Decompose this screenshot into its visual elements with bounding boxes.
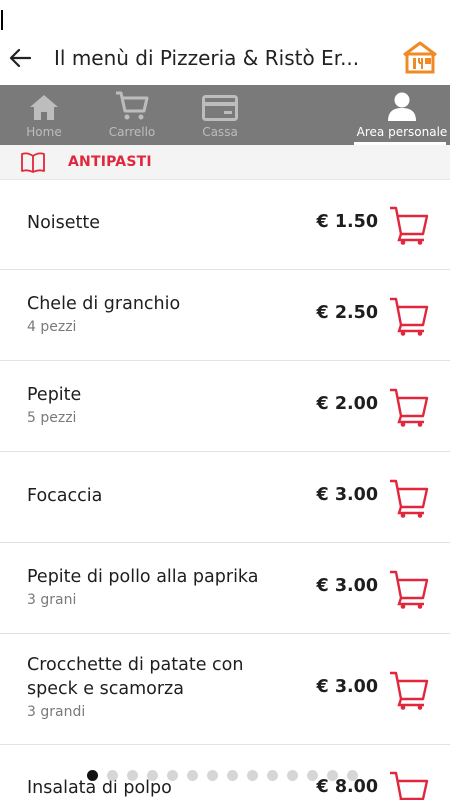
tab-carrello[interactable]: Carrello — [88, 85, 176, 145]
page-dot[interactable] — [266, 769, 278, 781]
menu-item-row[interactable]: Focaccia € 3.00 — [0, 452, 450, 543]
item-price: € 1.50 — [316, 212, 378, 232]
restaurant-icon — [403, 41, 437, 74]
item-name: Noisette — [27, 213, 101, 233]
app-header: Il menù di Pizzeria & Ristò Er... — [0, 30, 450, 85]
page-dot[interactable] — [106, 769, 118, 781]
item-name: Pepite di pollo alla paprika — [27, 567, 259, 587]
item-text: Chele di granchio 4 pezzi — [27, 292, 282, 338]
status-cursor — [1, 10, 3, 30]
item-subtitle: 4 pezzi — [27, 319, 77, 335]
tab-home[interactable]: Home — [0, 85, 88, 145]
book-icon — [21, 152, 45, 173]
page-dot[interactable] — [346, 769, 358, 781]
page-dot[interactable] — [126, 769, 138, 781]
page-dot[interactable] — [206, 769, 218, 781]
tab-bar: Home Carrello Cassa Area personale — [0, 85, 450, 145]
tab-label-cassa: Cassa — [202, 125, 238, 139]
tab-label-area-personale: Area personale — [356, 125, 448, 139]
credit-card-icon — [202, 95, 238, 121]
page-dot[interactable] — [246, 769, 258, 781]
tab-label-carrello: Carrello — [108, 125, 156, 139]
page-dot[interactable] — [306, 769, 318, 781]
add-to-cart-icon[interactable] — [388, 568, 430, 610]
item-text: Noisette — [27, 211, 282, 235]
tab-label-home: Home — [26, 125, 62, 139]
section-header: ANTIPASTI — [0, 145, 450, 180]
item-text: Pepite di pollo alla paprika 3 grani — [27, 565, 287, 611]
item-text: Crocchette di patate con speck e scamorz… — [27, 653, 277, 723]
menu-item-row[interactable]: Pepite di pollo alla paprika 3 grani € 3… — [0, 543, 450, 634]
status-bar — [0, 0, 450, 30]
page-dot[interactable] — [166, 769, 178, 781]
tab-area-personale[interactable]: Area personale — [354, 85, 450, 145]
add-to-cart-icon[interactable] — [388, 477, 430, 519]
item-price: € 3.00 — [316, 485, 378, 505]
page-title: Il menù di Pizzeria & Ristò Er... — [54, 45, 360, 70]
page-dot[interactable] — [326, 769, 338, 781]
item-text: Focaccia — [27, 484, 282, 508]
item-name: Focaccia — [27, 486, 103, 506]
menu-item-row[interactable]: Noisette € 1.50 — [0, 180, 450, 270]
page-dot[interactable] — [86, 769, 98, 781]
item-name: Pepite — [27, 385, 82, 405]
item-subtitle: 3 grani — [27, 592, 77, 608]
home-icon — [30, 95, 58, 120]
add-to-cart-icon[interactable] — [388, 295, 430, 337]
menu-item-row[interactable]: Pepite 5 pezzi € 2.00 — [0, 361, 450, 452]
menu-item-row[interactable]: Crocchette di patate con speck e scamorz… — [0, 634, 450, 745]
page-dot[interactable] — [286, 769, 298, 781]
back-button[interactable] — [0, 30, 40, 85]
add-to-cart-icon[interactable] — [388, 386, 430, 428]
page-dot[interactable] — [226, 769, 238, 781]
page-dot[interactable] — [186, 769, 198, 781]
tab-cassa[interactable]: Cassa — [176, 85, 264, 145]
arrow-left-icon — [9, 48, 31, 67]
page-indicator — [0, 768, 450, 782]
item-name: Crocchette di patate con speck e scamorz… — [27, 655, 244, 699]
add-to-cart-icon[interactable] — [388, 204, 430, 246]
add-to-cart-icon[interactable] — [388, 669, 430, 711]
user-icon — [388, 92, 416, 121]
item-name: Chele di granchio — [27, 294, 181, 314]
cart-icon — [116, 91, 149, 120]
item-price: € 2.50 — [316, 303, 378, 323]
restaurant-home-button[interactable] — [400, 38, 440, 76]
item-price: € 2.00 — [316, 394, 378, 414]
item-subtitle: 3 grandi — [27, 704, 86, 720]
item-price: € 3.00 — [316, 576, 378, 596]
section-title: ANTIPASTI — [68, 154, 152, 170]
item-price: € 3.00 — [316, 677, 378, 697]
page-dot[interactable] — [146, 769, 158, 781]
item-text: Pepite 5 pezzi — [27, 383, 282, 429]
menu-item-row[interactable]: Chele di granchio 4 pezzi € 2.50 — [0, 270, 450, 361]
item-subtitle: 5 pezzi — [27, 410, 77, 426]
